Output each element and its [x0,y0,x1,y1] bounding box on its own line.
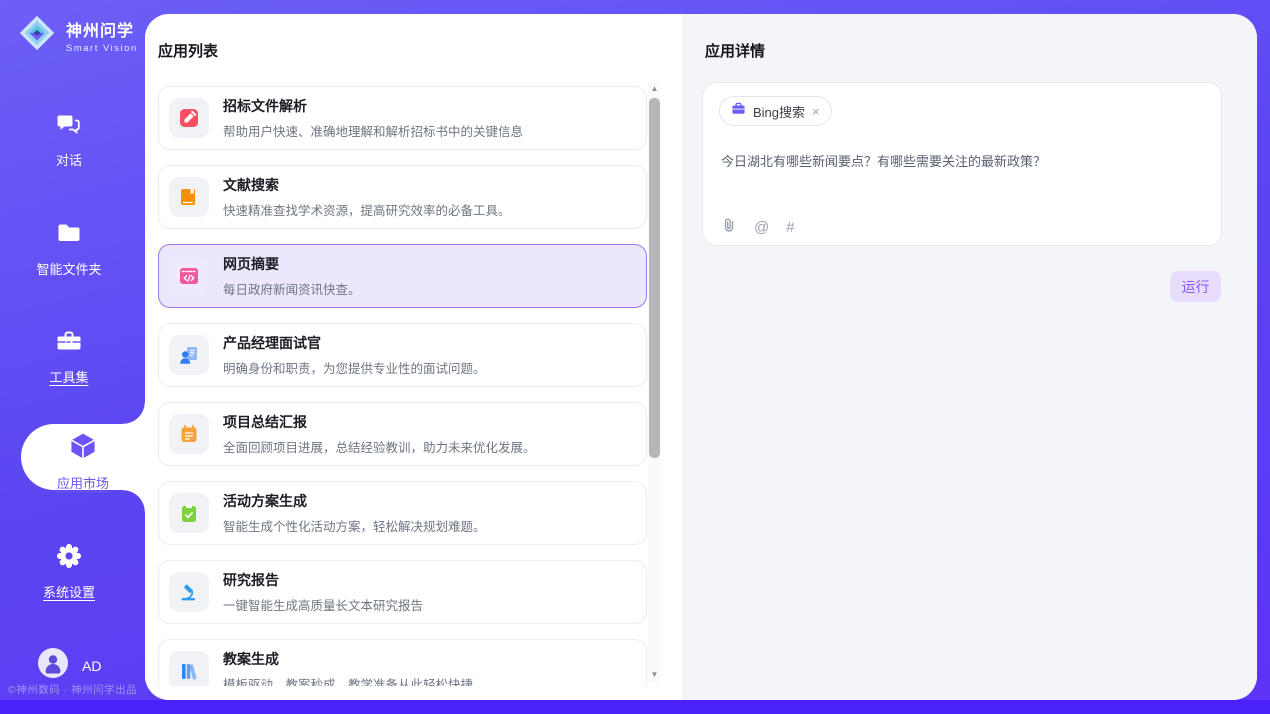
app-title: 招标文件解析 [223,96,523,116]
app-icon-tile [169,493,209,533]
sidebar-item-smart-folder[interactable]: 智能文件夹 [0,219,138,278]
gear-icon [55,542,83,570]
close-icon[interactable]: × [812,104,820,119]
run-button[interactable]: 运行 [1170,271,1221,302]
app-title: 教案生成 [223,649,473,669]
bottom-accent-bar [0,700,1270,714]
app-card-project-summary[interactable]: 项目总结汇报 全面回顾项目进展，总结经验教训，助力未来优化发展。 [158,402,647,466]
app-desc: 智能生成个性化活动方案，轻松解决规划难题。 [223,516,486,535]
app-icon-tile [169,572,209,612]
app-icon-tile [169,98,209,138]
app-title: 文献搜索 [223,175,511,195]
clipboard-icon [178,502,200,524]
app-list: 招标文件解析 帮助用户快速、准确地理解和解析招标书中的关键信息 [158,86,647,686]
report-icon [178,423,200,445]
app-desc: 模板驱动，教案秒成，教学准备从此轻松快捷 [223,674,473,686]
brand-logo: 神州问学 Smart Vision [16,12,138,59]
query-input[interactable]: 今日湖北有哪些新闻要点？有哪些需要关注的最新政策？ [721,151,1201,170]
app-detail-panel: 应用详情 Bing搜索 × 今日湖北有哪些新闻要点？有哪些需要关注的最新政策？ [682,14,1257,700]
sidebar-item-toolset[interactable]: 工具集 [0,327,138,386]
app-desc: 每日政府新闻资讯快查。 [223,279,361,298]
tool-chip-label: Bing搜索 [753,102,805,121]
app-icon-tile [169,256,209,296]
scrollbar[interactable]: ▲ ▼ [648,82,661,682]
app-card-research-report[interactable]: 研究报告 一键智能生成高质量长文本研究报告 [158,560,647,624]
app-icon-tile [169,414,209,454]
books-icon [178,660,200,682]
tool-chip-bing-search[interactable]: Bing搜索 × [719,96,832,126]
sidebar-item-label: 对话 [0,150,138,169]
app-list-title: 应用列表 [158,40,218,61]
sidebar-item-settings[interactable]: 系统设置 [0,542,138,601]
main-content: 应用列表 招标文件解析 帮助用户快速 [145,14,1257,700]
sidebar: 神州问学 Smart Vision 对话 智能文件夹 [0,0,145,714]
app-icon-tile [169,177,209,217]
sidebar-item-app-market[interactable]: 应用市场 [21,424,145,490]
avatar [38,648,68,683]
briefcase-icon [731,101,746,121]
browser-code-icon [178,265,200,287]
scrollbar-thumb[interactable] [649,98,660,458]
app-desc: 快速精准查找学术资源，提高研究效率的必备工具。 [223,200,511,219]
sidebar-item-label: 应用市场 [21,473,145,492]
hash-icon[interactable]: # [786,219,794,236]
user-name: AD [82,658,101,674]
app-icon-tile [169,651,209,686]
sidebar-item-label: 工具集 [0,367,138,386]
chat-icon [55,110,83,138]
attachment-toolbar: @ # [721,217,795,238]
app-title: 产品经理面试官 [223,333,486,353]
app-window: 神州问学 Smart Vision 对话 智能文件夹 [0,0,1270,714]
app-card-literature-search[interactable]: 文献搜索 快速精准查找学术资源，提高研究效率的必备工具。 [158,165,647,229]
app-title: 研究报告 [223,570,423,590]
interview-icon [178,344,200,366]
app-desc: 一键智能生成高质量长文本研究报告 [223,595,423,614]
app-card-event-plan[interactable]: 活动方案生成 智能生成个性化活动方案，轻松解决规划难题。 [158,481,647,545]
app-title: 网页摘要 [223,254,361,274]
folder-icon [55,219,83,247]
app-card-lesson-plan[interactable]: 教案生成 模板驱动，教案秒成，教学准备从此轻松快捷 [158,639,647,686]
app-title: 项目总结汇报 [223,412,536,432]
brand-subtitle: Smart Vision [66,43,138,54]
app-card-bid-parse[interactable]: 招标文件解析 帮助用户快速、准确地理解和解析招标书中的关键信息 [158,86,647,150]
sidebar-item-label: 系统设置 [0,582,138,601]
microscope-icon [178,581,200,603]
scroll-up-arrow[interactable]: ▲ [648,82,661,96]
book-icon [178,186,200,208]
app-card-web-summary[interactable]: 网页摘要 每日政府新闻资讯快查。 [158,244,647,308]
sidebar-item-label: 智能文件夹 [0,259,138,278]
app-detail-title: 应用详情 [705,40,765,61]
app-icon-tile [169,335,209,375]
app-desc: 明确身份和职责，为您提供专业性的面试问题。 [223,358,486,377]
app-title: 活动方案生成 [223,491,486,511]
at-icon[interactable]: @ [754,219,769,236]
app-desc: 全面回顾项目进展，总结经验教训，助力未来优化发展。 [223,437,536,456]
copyright-footer: ©神州数码 · 神州问学出品 [8,682,137,697]
app-list-panel: 应用列表 招标文件解析 帮助用户快速 [145,14,682,700]
sidebar-item-chat[interactable]: 对话 [0,110,138,169]
paperclip-icon[interactable] [721,217,737,238]
cube-icon [68,448,98,465]
app-desc: 帮助用户快速、准确地理解和解析招标书中的关键信息 [223,121,523,140]
app-input-card: Bing搜索 × 今日湖北有哪些新闻要点？有哪些需要关注的最新政策？ @ # [702,82,1222,246]
brand-name: 神州问学 [66,23,134,40]
toolbox-icon [55,327,83,355]
diamond-logo-icon [16,12,58,59]
app-card-pm-interviewer[interactable]: 产品经理面试官 明确身份和职责，为您提供专业性的面试问题。 [158,323,647,387]
user-account[interactable]: AD [38,648,101,683]
scroll-down-arrow[interactable]: ▼ [648,668,661,682]
edit-icon [178,107,200,129]
